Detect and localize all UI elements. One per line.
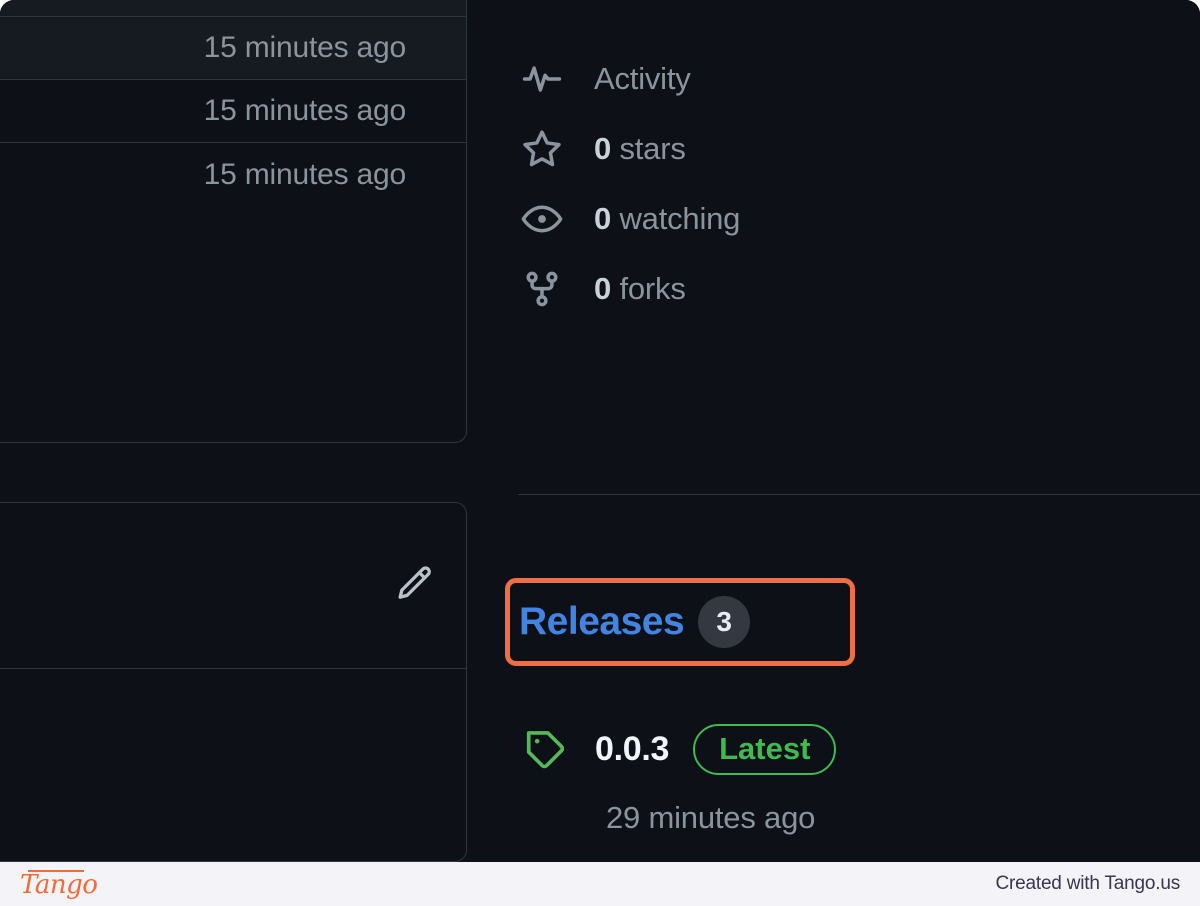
releases-label: Releases xyxy=(519,600,685,643)
stars-text: 0 stars xyxy=(594,131,686,167)
stars-count: 0 xyxy=(594,131,612,166)
tango-footer: Tango Created with Tango.us xyxy=(0,862,1200,906)
table-row[interactable]: 15 minutes ago xyxy=(0,17,466,80)
pulse-icon xyxy=(518,55,566,103)
star-icon xyxy=(518,125,566,173)
fork-icon xyxy=(518,265,566,313)
sidebar-item-stars[interactable]: 0 stars xyxy=(518,114,1178,184)
latest-release-row[interactable]: 0.0.3 Latest xyxy=(519,723,837,775)
footer-credit: Created with Tango.us xyxy=(995,873,1180,894)
watching-label: watching xyxy=(619,201,741,236)
screenshot-root: 15 minutes ago 15 minutes ago 15 minutes… xyxy=(0,0,1200,906)
eye-icon xyxy=(518,195,566,243)
sidebar-item-activity[interactable]: Activity xyxy=(518,44,1178,114)
forks-count: 0 xyxy=(594,271,612,306)
releases-heading-link[interactable]: Releases 3 xyxy=(519,594,751,650)
sidebar-item-forks[interactable]: 0 forks xyxy=(518,254,1178,324)
file-list-card: 15 minutes ago 15 minutes ago 15 minutes… xyxy=(0,0,467,443)
activity-label: Activity xyxy=(594,61,691,96)
app-window: 15 minutes ago 15 minutes ago 15 minutes… xyxy=(0,0,1200,862)
repo-stats-list: Activity 0 stars 0 watching 0 forks xyxy=(518,44,1178,324)
forks-text: 0 forks xyxy=(594,271,686,307)
readme-header xyxy=(0,503,466,669)
table-row[interactable]: 15 minutes ago xyxy=(0,80,466,143)
releases-count-badge: 3 xyxy=(698,596,751,648)
file-row-time: 15 minutes ago xyxy=(203,31,407,64)
sidebar-divider xyxy=(518,494,1200,495)
release-version: 0.0.3 xyxy=(595,729,670,768)
tag-icon xyxy=(519,723,571,775)
tango-logo: Tango xyxy=(20,870,98,900)
watching-text: 0 watching xyxy=(594,201,740,237)
latest-badge: Latest xyxy=(693,723,837,775)
table-row[interactable]: 15 minutes ago xyxy=(0,143,466,206)
forks-label: forks xyxy=(619,271,686,306)
readme-card xyxy=(0,502,467,862)
stars-label: stars xyxy=(619,131,686,166)
file-list-header xyxy=(0,0,466,17)
file-row-time: 15 minutes ago xyxy=(203,94,407,127)
file-row-time: 15 minutes ago xyxy=(203,157,407,191)
left-column: 15 minutes ago 15 minutes ago 15 minutes… xyxy=(0,0,467,862)
watching-count: 0 xyxy=(594,201,612,236)
sidebar-item-watching[interactable]: 0 watching xyxy=(518,184,1178,254)
release-timestamp: 29 minutes ago xyxy=(606,800,816,835)
pencil-icon[interactable] xyxy=(392,561,438,607)
